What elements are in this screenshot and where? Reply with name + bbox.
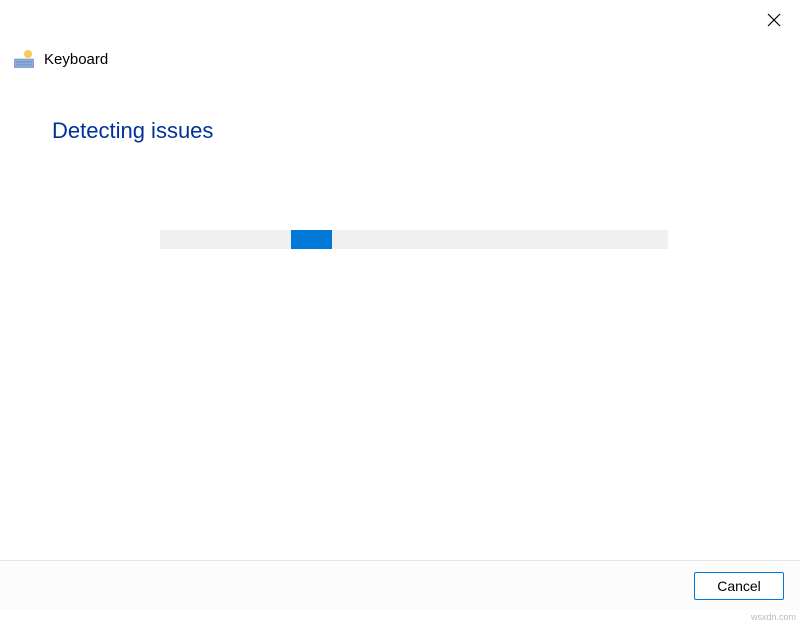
dialog-footer: Cancel bbox=[0, 560, 800, 610]
cancel-button[interactable]: Cancel bbox=[694, 572, 784, 600]
page-heading: Detecting issues bbox=[52, 118, 213, 144]
progress-bar bbox=[160, 230, 668, 249]
dialog-title: Keyboard bbox=[44, 51, 108, 68]
close-button[interactable] bbox=[762, 10, 786, 34]
close-icon bbox=[767, 13, 781, 32]
dialog-header: Keyboard bbox=[14, 50, 108, 68]
progress-indicator bbox=[291, 230, 332, 249]
watermark: wsxdn.com bbox=[751, 612, 796, 622]
keyboard-icon bbox=[14, 50, 34, 68]
